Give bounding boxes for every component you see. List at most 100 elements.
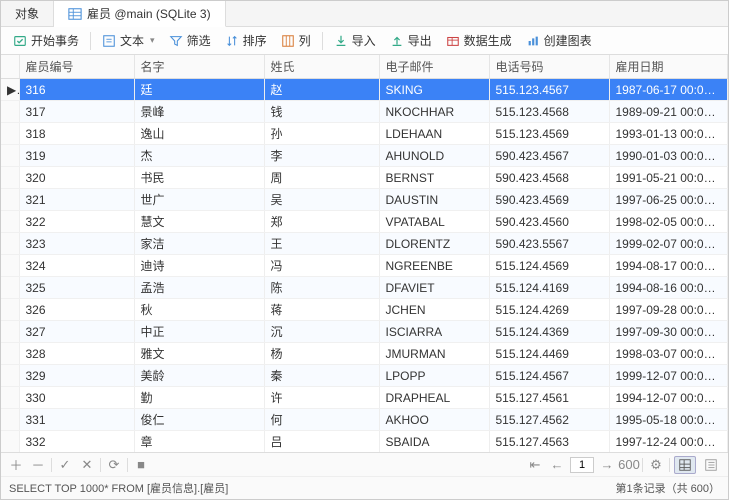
cell[interactable]: 勤 <box>134 387 264 409</box>
table-row[interactable]: ▶316廷赵SKING515.123.45671987-06-17 00:00:… <box>1 79 728 101</box>
column-header[interactable]: 雇员编号 <box>19 55 134 79</box>
row-header[interactable] <box>1 299 19 321</box>
cell[interactable]: 钱 <box>264 101 379 123</box>
table-row[interactable]: 317景峰钱NKOCHHAR515.123.45681989-09-21 00:… <box>1 101 728 123</box>
cell[interactable]: 1987-06-17 00:00:00 <box>609 79 728 101</box>
cell[interactable]: 杨 <box>264 343 379 365</box>
add-row-button[interactable]: ＋ <box>7 456 25 474</box>
first-page-button[interactable]: ⇤ <box>526 456 544 474</box>
cell[interactable]: 王 <box>264 233 379 255</box>
row-header[interactable] <box>1 255 19 277</box>
row-header[interactable] <box>1 167 19 189</box>
column-header[interactable]: 雇用日期 <box>609 55 728 79</box>
cell[interactable]: 590.423.4567 <box>489 145 609 167</box>
delete-row-button[interactable]: － <box>29 456 47 474</box>
cell[interactable]: 郑 <box>264 211 379 233</box>
cell[interactable]: 515.124.4569 <box>489 255 609 277</box>
cell[interactable]: 陈 <box>264 277 379 299</box>
cell[interactable]: 俊仁 <box>134 409 264 431</box>
cell[interactable]: 1995-05-18 00:00:00 <box>609 409 728 431</box>
table-row[interactable]: 318逸山孙LDEHAAN515.123.45691993-01-13 00:0… <box>1 123 728 145</box>
cell[interactable]: 许 <box>264 387 379 409</box>
page-input[interactable] <box>570 457 594 473</box>
cell[interactable]: JMURMAN <box>379 343 489 365</box>
table-row[interactable]: 323家洁王DLORENTZ590.423.55671999-02-07 00:… <box>1 233 728 255</box>
settings-button[interactable]: ⚙ <box>647 456 665 474</box>
cell[interactable]: 321 <box>19 189 134 211</box>
table-row[interactable]: 329美龄秦LPOPP515.124.45671999-12-07 00:00:… <box>1 365 728 387</box>
row-header[interactable] <box>1 189 19 211</box>
cell[interactable]: 590.423.4569 <box>489 189 609 211</box>
cell[interactable]: DAUSTIN <box>379 189 489 211</box>
cell[interactable]: 329 <box>19 365 134 387</box>
cell[interactable]: 515.123.4567 <box>489 79 609 101</box>
cell[interactable]: 515.127.4562 <box>489 409 609 431</box>
cell[interactable]: 吕 <box>264 431 379 453</box>
column-header[interactable]: 电子邮件 <box>379 55 489 79</box>
cell[interactable]: 515.124.4169 <box>489 277 609 299</box>
cell[interactable]: 331 <box>19 409 134 431</box>
cell[interactable]: 沉 <box>264 321 379 343</box>
cell[interactable]: 世广 <box>134 189 264 211</box>
table-row[interactable]: 320书民周BERNST590.423.45681991-05-21 00:00… <box>1 167 728 189</box>
cell[interactable]: 1993-01-13 00:00:00 <box>609 123 728 145</box>
row-header-corner[interactable] <box>1 55 19 79</box>
last-page-button[interactable]: 600 <box>620 456 638 474</box>
cell[interactable]: ISCIARRA <box>379 321 489 343</box>
cell[interactable]: 家洁 <box>134 233 264 255</box>
cell[interactable]: 515.123.4569 <box>489 123 609 145</box>
table-row[interactable]: 325孟浩陈DFAVIET515.124.41691994-08-16 00:0… <box>1 277 728 299</box>
cell[interactable]: 324 <box>19 255 134 277</box>
cell[interactable]: 515.124.4369 <box>489 321 609 343</box>
row-header[interactable] <box>1 365 19 387</box>
cell[interactable]: 蒋 <box>264 299 379 321</box>
cell[interactable]: NGREENBE <box>379 255 489 277</box>
cell[interactable]: 320 <box>19 167 134 189</box>
cell[interactable]: 书民 <box>134 167 264 189</box>
cell[interactable]: 秋 <box>134 299 264 321</box>
row-header[interactable] <box>1 409 19 431</box>
cell[interactable]: VPATABAL <box>379 211 489 233</box>
cell[interactable]: 1998-02-05 00:00:00 <box>609 211 728 233</box>
cell[interactable]: BERNST <box>379 167 489 189</box>
cell[interactable]: DFAVIET <box>379 277 489 299</box>
cell[interactable]: 515.124.4567 <box>489 365 609 387</box>
row-header[interactable]: ▶ <box>1 79 19 101</box>
cell[interactable]: 515.124.4469 <box>489 343 609 365</box>
cell[interactable]: 1999-12-07 00:00:00 <box>609 365 728 387</box>
row-header[interactable] <box>1 277 19 299</box>
cell[interactable]: 590.423.4568 <box>489 167 609 189</box>
table-row[interactable]: 322慧文郑VPATABAL590.423.45601998-02-05 00:… <box>1 211 728 233</box>
create-chart-button[interactable]: 创建图表 <box>520 29 598 52</box>
text-button[interactable]: 文本 ▾ <box>96 29 161 52</box>
cell[interactable]: 515.127.4563 <box>489 431 609 453</box>
table-row[interactable]: 321世广吴DAUSTIN590.423.45691997-06-25 00:0… <box>1 189 728 211</box>
cell[interactable]: 周 <box>264 167 379 189</box>
cell[interactable]: LDEHAAN <box>379 123 489 145</box>
table-row[interactable]: 330勤许DRAPHEAL515.127.45611994-12-07 00:0… <box>1 387 728 409</box>
cell[interactable]: 雅文 <box>134 343 264 365</box>
cell[interactable]: 318 <box>19 123 134 145</box>
cell[interactable]: 1997-09-28 00:00:00 <box>609 299 728 321</box>
row-header[interactable] <box>1 343 19 365</box>
sort-button[interactable]: 排序 <box>219 29 273 52</box>
cell[interactable]: 何 <box>264 409 379 431</box>
generate-data-button[interactable]: 数据生成 <box>440 29 518 52</box>
cell[interactable]: 1990-01-03 00:00:00 <box>609 145 728 167</box>
row-header[interactable] <box>1 101 19 123</box>
cell[interactable]: 316 <box>19 79 134 101</box>
column-header[interactable]: 姓氏 <box>264 55 379 79</box>
cell[interactable]: LPOPP <box>379 365 489 387</box>
cell[interactable]: 1989-09-21 00:00:00 <box>609 101 728 123</box>
row-header[interactable] <box>1 145 19 167</box>
cell[interactable]: AKHOO <box>379 409 489 431</box>
data-grid[interactable]: 雇员编号名字姓氏电子邮件电话号码雇用日期 ▶316廷赵SKING515.123.… <box>1 55 728 452</box>
table-row[interactable]: 326秋蒋JCHEN515.124.42691997-09-28 00:00:0… <box>1 299 728 321</box>
cell[interactable]: 590.423.5567 <box>489 233 609 255</box>
cell[interactable]: 322 <box>19 211 134 233</box>
cell[interactable]: 328 <box>19 343 134 365</box>
table-row[interactable]: 332章吕SBAIDA515.127.45631997-12-24 00:00:… <box>1 431 728 453</box>
cell[interactable]: 515.127.4561 <box>489 387 609 409</box>
cell[interactable]: DLORENTZ <box>379 233 489 255</box>
cell[interactable]: 1998-03-07 00:00:00 <box>609 343 728 365</box>
